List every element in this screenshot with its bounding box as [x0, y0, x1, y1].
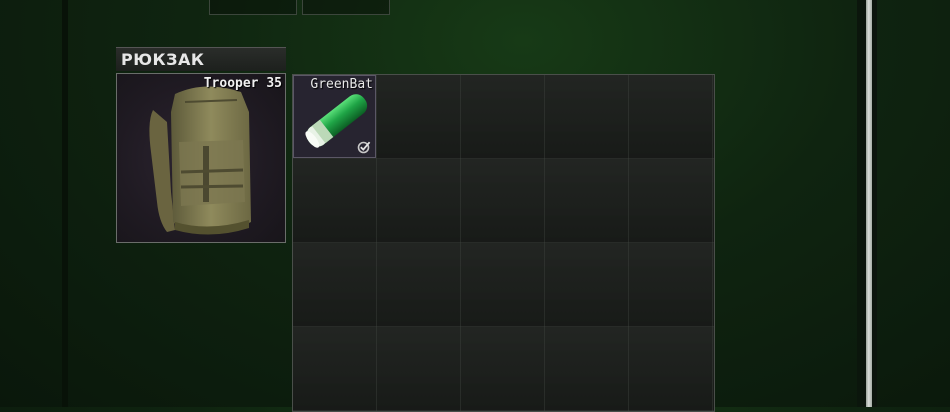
examined-check-icon: [357, 141, 371, 154]
scrollbar[interactable]: [863, 0, 877, 407]
backpack-equip-slot[interactable]: Trooper 35: [116, 73, 286, 243]
grid-item-name: GreenBat: [310, 77, 373, 92]
equipped-item-name: Trooper 35: [203, 76, 282, 91]
backpack-section-title: РЮКЗАК: [121, 50, 205, 69]
top-slot-left[interactable]: [209, 0, 297, 15]
grid-item[interactable]: GreenBat: [293, 75, 376, 158]
top-slot-right[interactable]: [302, 0, 390, 15]
backpack-icon: [149, 86, 251, 235]
scrollbar-thumb[interactable]: [866, 0, 872, 407]
left-divider: [62, 0, 68, 407]
backpack-section-header: РЮКЗАК: [116, 47, 286, 71]
